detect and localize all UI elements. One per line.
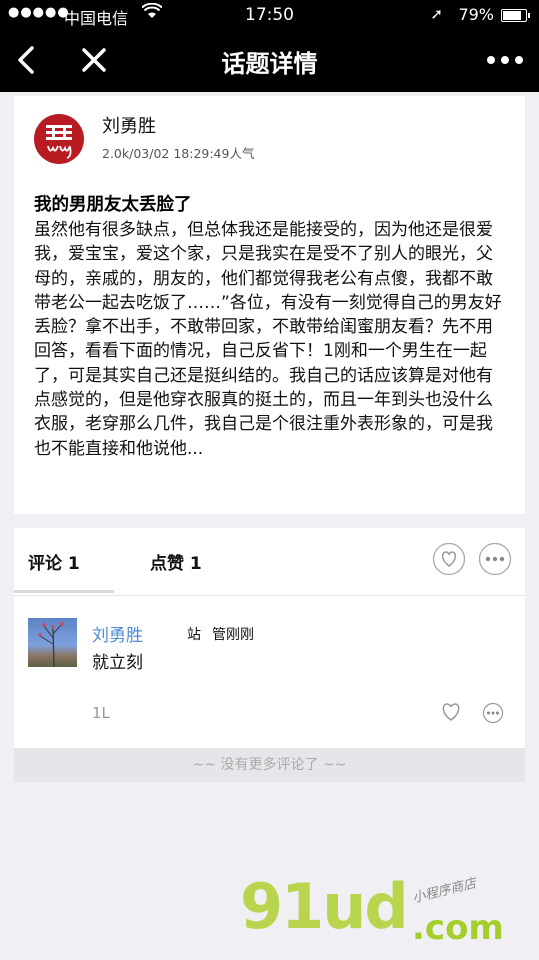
like-button[interactable] xyxy=(432,542,466,576)
watermark-logo: 91ud 小程序商店 .com xyxy=(240,870,539,960)
comments-card: 评论 1 点赞 1 刘勇胜 站 管刚刚 就立刻 1L xyxy=(14,528,525,748)
page-title: 话题详情 xyxy=(221,50,318,78)
reply-label: 站 xyxy=(187,627,201,643)
tab-likes[interactable]: 点赞 1 xyxy=(150,549,202,574)
location-arrow-icon: ➚ xyxy=(430,5,443,23)
more-dots-icon xyxy=(487,56,523,64)
heart-icon xyxy=(432,542,466,576)
active-tab-indicator xyxy=(14,590,114,593)
more-options-button[interactable] xyxy=(485,52,525,68)
post-more-button[interactable] xyxy=(478,542,512,576)
comment-like-button[interactable] xyxy=(440,702,462,722)
post-title: 我的男朋友太丢脸了 xyxy=(34,195,192,215)
tab-comments[interactable]: 评论 1 xyxy=(28,549,80,574)
ellipsis-circle-icon xyxy=(482,702,504,724)
tab-divider xyxy=(14,595,525,596)
author-name[interactable]: 刘勇胜 xyxy=(102,112,156,138)
heart-icon xyxy=(442,703,460,721)
watermark-tagline: 小程序商店 xyxy=(410,876,478,907)
post-body: 虽然他有很多缺点，但总体我还是能接受的，因为他还是很爱我，爱宝宝，爱这个家，只是… xyxy=(34,220,502,459)
navigation-bar: 话题详情 xyxy=(0,30,539,92)
no-more-comments: ~~ 没有更多评论了 ~~ xyxy=(14,748,525,782)
comment-more-button[interactable] xyxy=(482,702,504,724)
commenter-name[interactable]: 刘勇胜 xyxy=(92,621,143,646)
watermark-domain: .com xyxy=(412,908,504,948)
battery-icon xyxy=(501,9,530,22)
post-meta: 2.0k/03/02 18:29:49人气 xyxy=(102,146,255,161)
post-card: 刘勇胜 2.0k/03/02 18:29:49人气 我的男朋友太丢脸了 虽然他有… xyxy=(14,96,525,514)
reply-target: 管刚刚 xyxy=(212,627,254,643)
watermark-main-text: 91ud xyxy=(240,870,409,943)
commenter-avatar[interactable] xyxy=(28,618,77,667)
battery-percentage: 79% xyxy=(458,5,494,24)
brand-logo-icon xyxy=(46,125,72,159)
floor-number: 1L xyxy=(92,704,110,722)
comment-text: 就立刻 xyxy=(92,653,143,673)
status-bar: ●●●●● 中国电信 17:50 ➚ 79% xyxy=(0,0,539,30)
ellipsis-circle-icon xyxy=(478,542,512,576)
plant-photo-icon xyxy=(38,622,64,667)
author-avatar[interactable] xyxy=(34,114,84,164)
